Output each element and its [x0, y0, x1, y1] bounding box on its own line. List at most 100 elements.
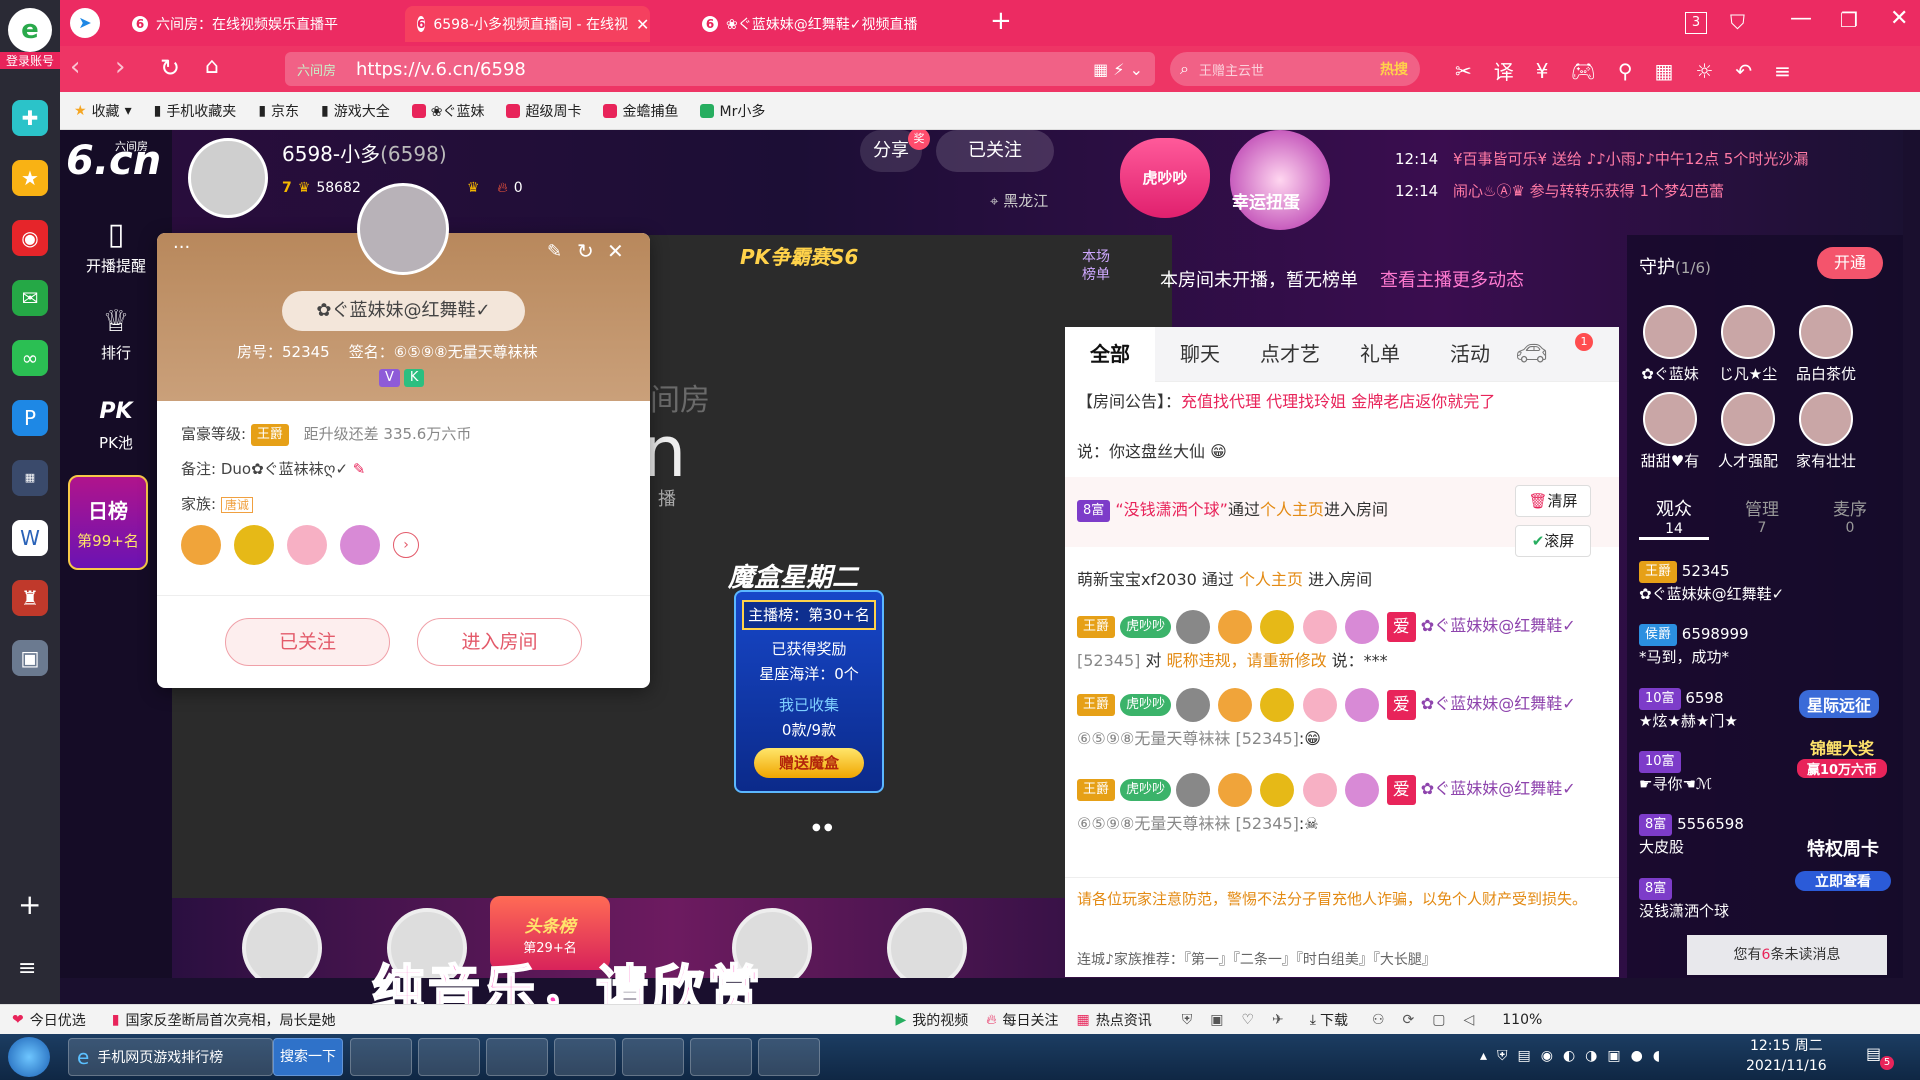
mic-seat-avatar[interactable] [242, 908, 322, 978]
guard-member[interactable]: じ凡★尘 [1713, 305, 1783, 384]
unread-messages[interactable]: 您有6条未读消息 [1687, 935, 1887, 975]
bookmark-mrxiaoduo[interactable]: Mr小多 [700, 101, 765, 121]
p-app-icon[interactable]: P [12, 400, 48, 436]
tab-gift-list[interactable]: 礼单 [1335, 327, 1425, 382]
favorites-star-icon[interactable]: ★ [12, 160, 48, 196]
new-tab-button[interactable]: + [990, 6, 1012, 36]
audience-item[interactable]: 王爵 52345 ✿ぐ蓝妹妹@红舞鞋✓ [1639, 560, 1889, 605]
brightness-icon[interactable]: ☼ [1695, 59, 1713, 83]
lucky-egg-icon[interactable] [1230, 130, 1330, 230]
url-input[interactable]: 六间房 https://v.6.cn/6598 ▦ ⚡ ⌄ [285, 52, 1155, 86]
taskbar-player-icon[interactable] [622, 1038, 684, 1076]
game-app-icon[interactable]: ♜ [12, 580, 48, 616]
start-button[interactable] [8, 1037, 50, 1077]
status-tool-icons-2[interactable]: ⚇⟳▢◁ [1372, 1012, 1492, 1028]
taskbar-ie-icon[interactable] [418, 1038, 480, 1076]
edit-note-icon[interactable]: ✎ [353, 460, 366, 478]
telegram-icon[interactable]: ➤ [70, 8, 100, 38]
board-more-link[interactable]: 查看主播更多动态 [1380, 266, 1524, 292]
carousel-dots[interactable]: ● ● [812, 822, 833, 833]
bookmark-lanmei[interactable]: ❀ぐ蓝妹 [411, 101, 484, 121]
translate-icon[interactable]: 译 [1494, 56, 1514, 85]
privilege-card-promo[interactable]: 特权周卡 立即查看 [1795, 835, 1891, 891]
chat-app-icon[interactable]: ∞ [12, 340, 48, 376]
tab-audience[interactable]: 观众 14 [1639, 495, 1709, 540]
zoom-icon[interactable]: ⚲ [1618, 59, 1633, 83]
search-input[interactable]: ⌕ 王赠主云世 热搜 [1170, 52, 1420, 86]
shirt-icon[interactable]: ⛉ [1730, 10, 1745, 34]
bookmark-fishing[interactable]: 金蟾捕鱼 [603, 101, 678, 121]
close-icon[interactable]: ✕ [607, 239, 624, 263]
gamepad-icon[interactable]: 🎮︎ [1571, 59, 1596, 83]
restore-icon[interactable]: ❐ [1840, 8, 1858, 32]
forward-icon[interactable]: › [115, 52, 125, 82]
huchaochao-promo[interactable]: 虎吵吵 [1120, 138, 1210, 218]
taskbar-app-browser[interactable]: e 手机网页游戏排行榜 [68, 1038, 273, 1076]
tab-talent[interactable]: 点才艺 [1245, 327, 1335, 382]
more-icon[interactable]: ··· [173, 237, 190, 258]
tab-user-room[interactable]: 6 ❀ぐ蓝妹妹@红舞鞋✓视频直播 [690, 6, 935, 42]
minimize-icon[interactable]: — [1790, 6, 1812, 31]
scroll-screen-button[interactable]: ✔滚屏 [1515, 525, 1591, 557]
daily-rank-badge[interactable]: 日榜 第99+名 [68, 475, 148, 570]
nav-pk[interactable]: PK PK池 [60, 392, 172, 453]
edit-icon[interactable]: ✎ [547, 241, 562, 262]
my-videos[interactable]: 我的视频 [912, 1010, 968, 1030]
chevron-right-icon[interactable]: › [393, 532, 419, 558]
tab-liujianfang[interactable]: 6 六间房：在线视频娱乐直播平 [120, 6, 365, 42]
guard-member[interactable]: 家有壮壮 [1791, 392, 1861, 471]
news-headline[interactable]: 国家反垄断局首次亮相，局长是她 [125, 1010, 335, 1030]
tab-admin[interactable]: 管理 7 [1727, 495, 1797, 536]
clear-screen-button[interactable]: 🗑︎清屏 [1515, 485, 1591, 517]
zoom-level[interactable]: 110% [1502, 1012, 1542, 1028]
coin-icon[interactable]: ¥ [1536, 59, 1549, 83]
reload-icon[interactable]: ↻ [160, 54, 180, 82]
bookmark-weekcard[interactable]: 超级周卡 [506, 101, 581, 121]
word-doc-icon[interactable]: W [12, 520, 48, 556]
guard-member[interactable]: 人才强配 [1713, 392, 1783, 471]
menu-icon[interactable]: ≡ [1774, 59, 1791, 83]
open-guard-button[interactable]: 开通 [1817, 247, 1883, 279]
tab-anchor-room[interactable]: 6 6598-小多视频直播间 - 在线视 ✕ [405, 6, 650, 42]
home-icon[interactable]: ⌂ [205, 54, 219, 79]
taskbar-chrome-icon[interactable] [690, 1038, 752, 1076]
send-mohe-button[interactable]: 赠送魔盒 [754, 748, 864, 778]
anchor-follow-button[interactable]: 已关注 [936, 130, 1054, 172]
mohe-panel[interactable]: 主播榜：第30+名 已获得奖励 星座海洋：0个 我已收集 0款/9款 赠送魔盒 [734, 590, 884, 793]
pk-season-banner[interactable]: PK争霸赛S6 [740, 241, 858, 270]
bookmark-mobile[interactable]: ▮ 手机收藏夹 [154, 101, 237, 121]
star-expedition-promo[interactable]: 星际远征 [1799, 690, 1880, 718]
nav-remind[interactable]: ▯ 开播提醒 [60, 215, 172, 276]
download-label[interactable]: 下载 [1320, 1010, 1348, 1030]
undo-icon[interactable]: ↶ [1735, 59, 1752, 83]
weibo-icon[interactable]: ◉ [12, 220, 48, 256]
mail-icon[interactable]: ✉ [12, 280, 48, 316]
board-label[interactable]: 本场 榜单 [1082, 248, 1110, 284]
game2-app-icon[interactable]: ▣ [12, 640, 48, 676]
status-tool-icons[interactable]: ⛨▣♡✈ [1182, 1012, 1302, 1028]
hot-search-label[interactable]: 热搜 [1380, 59, 1408, 79]
close-tab-icon[interactable]: ✕ [636, 15, 649, 34]
tab-activity[interactable]: 活动 [1425, 327, 1515, 382]
refresh-icon[interactable]: ↻ [577, 239, 594, 263]
card-follow-button[interactable]: 已关注 [225, 618, 390, 666]
anchor-avatar[interactable] [188, 138, 268, 218]
car-icon[interactable]: 🚗︎ [1515, 339, 1548, 369]
app-plus-icon[interactable]: ✚ [12, 100, 48, 136]
today-picks[interactable]: 今日优选 [30, 1010, 86, 1030]
hot-news[interactable]: 热点资讯 [1096, 1010, 1152, 1030]
close-window-icon[interactable]: ✕ [1890, 6, 1908, 31]
taskbar-clock[interactable]: 12:15 周二 2021/11/16 [1746, 1036, 1827, 1076]
enter-room-button[interactable]: 进入房间 [417, 618, 582, 666]
add-app-icon[interactable]: + [18, 888, 41, 921]
bookmark-games[interactable]: ▮ 游戏大全 [321, 101, 390, 121]
taskbar-360-icon[interactable] [554, 1038, 616, 1076]
scissors-icon[interactable]: ✂ [1455, 59, 1472, 83]
tab-chat[interactable]: 聊天 [1155, 327, 1245, 382]
browser-logo-icon[interactable]: e [8, 8, 52, 52]
menu-list-icon[interactable]: ≡ [18, 956, 36, 981]
window-count[interactable]: 3 [1685, 12, 1707, 34]
bookmark-favorites[interactable]: ★ 收藏 ▾ [74, 101, 132, 121]
news-app-icon[interactable]: ▦ [12, 460, 48, 496]
guard-member[interactable]: ✿ぐ蓝妹 [1635, 305, 1705, 384]
